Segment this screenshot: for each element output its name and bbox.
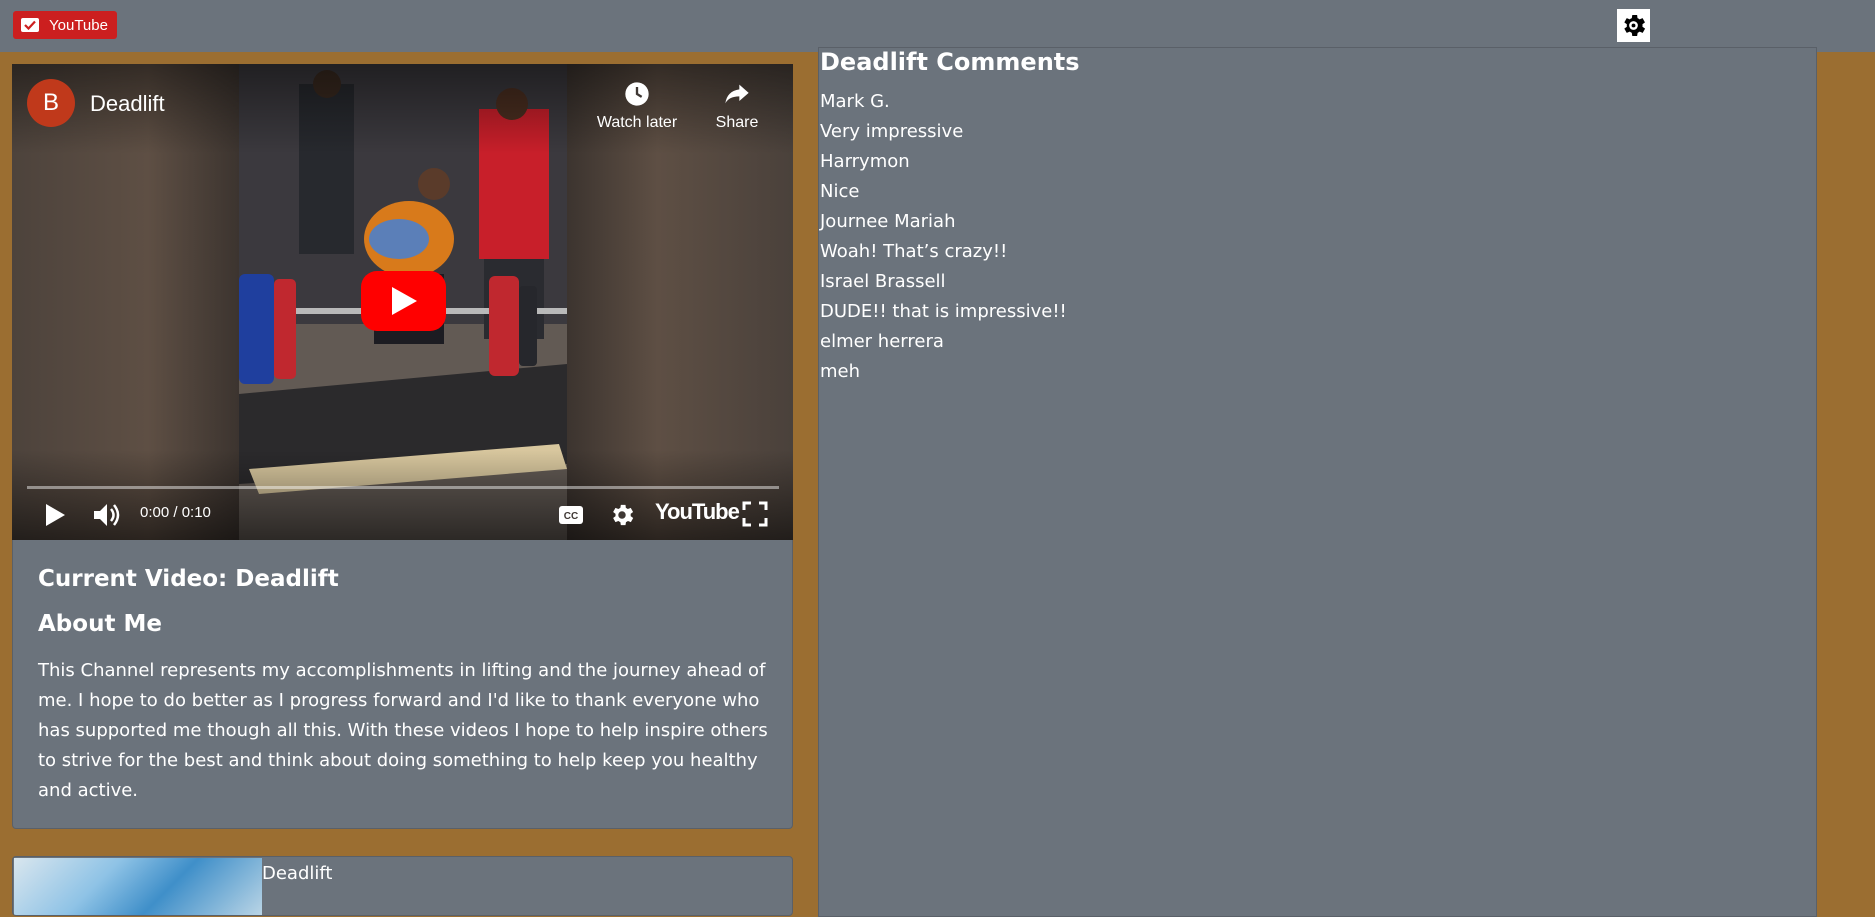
video-thumbnail[interactable] — [14, 858, 262, 915]
share-label: Share — [715, 114, 759, 131]
comment-text: Very impressive — [820, 121, 964, 142]
video-list-item[interactable]: Deadlift — [12, 856, 793, 916]
play-icon — [391, 287, 417, 315]
youtube-button[interactable]: YouTube — [13, 11, 117, 39]
bottom-gradient — [12, 450, 793, 540]
watch-later-label: Watch later — [596, 114, 678, 131]
comment-text: DUDE!! that is impressive!! — [820, 301, 1067, 322]
channel-avatar[interactable]: B — [27, 79, 75, 127]
youtube-wordmark[interactable]: YouTube — [655, 499, 740, 525]
comment-author: Journee Mariah — [820, 211, 956, 232]
comment-text: Woah! That’s crazy!! — [820, 241, 1008, 262]
comments-panel: Deadlift Comments Mark G. Very impressiv… — [818, 47, 1817, 917]
about-me-text: This Channel represents my accomplishmen… — [38, 660, 768, 801]
checkmark-icon — [21, 18, 39, 32]
comments-heading: Deadlift Comments — [820, 48, 1080, 76]
comment-text: meh — [820, 361, 861, 382]
comment-text: Nice — [820, 181, 860, 202]
youtube-button-label: YouTube — [49, 16, 108, 34]
video-list-item-title[interactable]: Deadlift — [262, 863, 332, 884]
share-arrow-icon — [725, 84, 749, 104]
svg-text:CC: CC — [564, 511, 578, 522]
comment-author: elmer herrera — [820, 331, 944, 352]
about-me-heading: About Me — [38, 611, 162, 637]
comment-author: Harrymon — [820, 151, 910, 172]
time-display: 0:00 / 0:10 — [140, 504, 211, 521]
watch-later-button[interactable]: Watch later — [587, 80, 687, 132]
video-info-card: Current Video: Deadlift About Me This Ch… — [12, 540, 793, 829]
comment-author: Mark G. — [820, 91, 890, 112]
comment-author: Israel Brassell — [820, 271, 946, 292]
play-icon[interactable] — [42, 501, 68, 533]
progress-bar[interactable] — [27, 486, 779, 489]
video-player[interactable]: B Deadlift Watch later Share 0:00 / 0:10 — [12, 64, 793, 540]
current-video-title: Current Video: Deadlift — [38, 566, 339, 592]
volume-icon[interactable] — [92, 501, 122, 533]
top-bar: YouTube — [0, 0, 1875, 52]
video-title[interactable]: Deadlift — [90, 91, 165, 117]
play-button-large[interactable] — [361, 271, 446, 331]
clock-icon — [625, 82, 649, 106]
captions-icon[interactable]: CC — [557, 501, 585, 533]
gear-icon[interactable] — [1617, 9, 1650, 42]
share-button[interactable]: Share — [687, 80, 787, 132]
settings-icon[interactable] — [608, 501, 636, 533]
fullscreen-icon[interactable] — [742, 501, 768, 531]
